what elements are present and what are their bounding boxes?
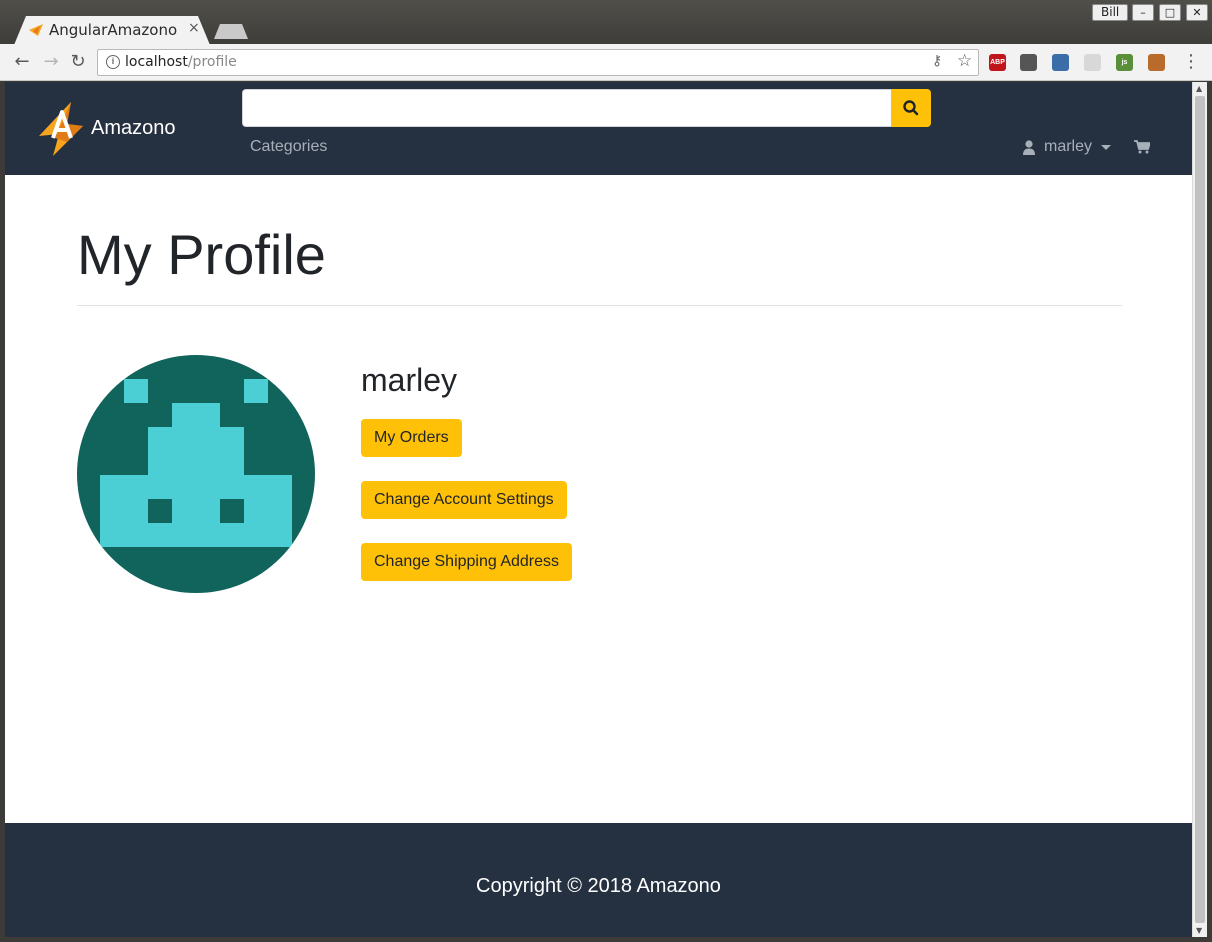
profile-username: marley [361, 362, 458, 398]
tab-close-icon[interactable]: × [188, 20, 200, 36]
categories-link[interactable]: Categories [250, 138, 327, 156]
my-orders-button[interactable]: My Orders [361, 419, 462, 457]
address-bar[interactable]: i localhost/profile ⚷ ☆ [97, 49, 979, 76]
password-key-icon[interactable]: ⚷ [932, 53, 942, 69]
scroll-up-arrow-icon[interactable]: ▲ [1196, 84, 1202, 93]
user-icon [1023, 140, 1035, 155]
forward-arrow-icon[interactable]: → [40, 51, 62, 73]
shipping-address-button[interactable]: Change Shipping Address [361, 543, 573, 581]
browser-titlebar: AngularAmazono × Bill – □ ✕ [0, 0, 1212, 45]
site-navbar: Amazono Categories marley [5, 82, 1192, 175]
user-name: marley [1044, 138, 1093, 155]
site-footer: Copyright © 2018 Amazono [5, 823, 1192, 937]
browser-toolbar: ← → ↻ i localhost/profile ⚷ ☆ ABP js ⋮ [0, 44, 1212, 81]
scroll-down-arrow-icon[interactable]: ▼ [1196, 926, 1202, 935]
cart-icon[interactable] [1134, 140, 1150, 154]
back-arrow-icon[interactable]: ← [11, 51, 33, 73]
search-icon [903, 100, 919, 116]
title-divider [77, 305, 1122, 306]
avatar [77, 355, 315, 593]
url-text: localhost/profile [125, 54, 237, 70]
chevron-down-icon [1101, 145, 1111, 150]
page-title: My Profile [77, 223, 326, 286]
sync-icon[interactable] [1020, 54, 1037, 71]
page-scrollbar[interactable]: ▲ ▼ [1192, 82, 1207, 937]
scrollbar-thumb[interactable] [1195, 96, 1205, 923]
close-window-button[interactable]: ✕ [1186, 4, 1208, 21]
bookmark-star-icon[interactable]: ☆ [957, 51, 972, 71]
reload-icon[interactable]: ↻ [67, 51, 89, 73]
angular-favicon-icon [29, 24, 43, 36]
account-settings-button[interactable]: Change Account Settings [361, 481, 567, 519]
brand-name[interactable]: Amazono [91, 117, 176, 140]
window-user-badge[interactable]: Bill [1092, 4, 1129, 21]
page-viewport: Amazono Categories marley My Profile mar… [5, 82, 1192, 937]
browser-menu-icon[interactable]: ⋮ [1182, 51, 1200, 72]
tampermonkey-icon[interactable] [1148, 54, 1165, 71]
colorzilla-icon[interactable] [1052, 54, 1069, 71]
maximize-button[interactable]: □ [1159, 4, 1181, 21]
search-button[interactable] [891, 89, 931, 127]
amazono-logo-icon[interactable] [37, 98, 85, 158]
new-tab-button[interactable] [214, 24, 248, 39]
tab-title: AngularAmazono [49, 21, 178, 39]
adblock-plus-icon[interactable]: ABP [989, 54, 1006, 71]
copyright-text: Copyright © 2018 Amazono [476, 875, 721, 897]
minimize-button[interactable]: – [1132, 4, 1154, 21]
js-icon[interactable]: js [1116, 54, 1133, 71]
react-devtools-icon[interactable] [1084, 54, 1101, 71]
search-input[interactable] [242, 89, 892, 127]
site-info-icon[interactable]: i [106, 55, 120, 69]
